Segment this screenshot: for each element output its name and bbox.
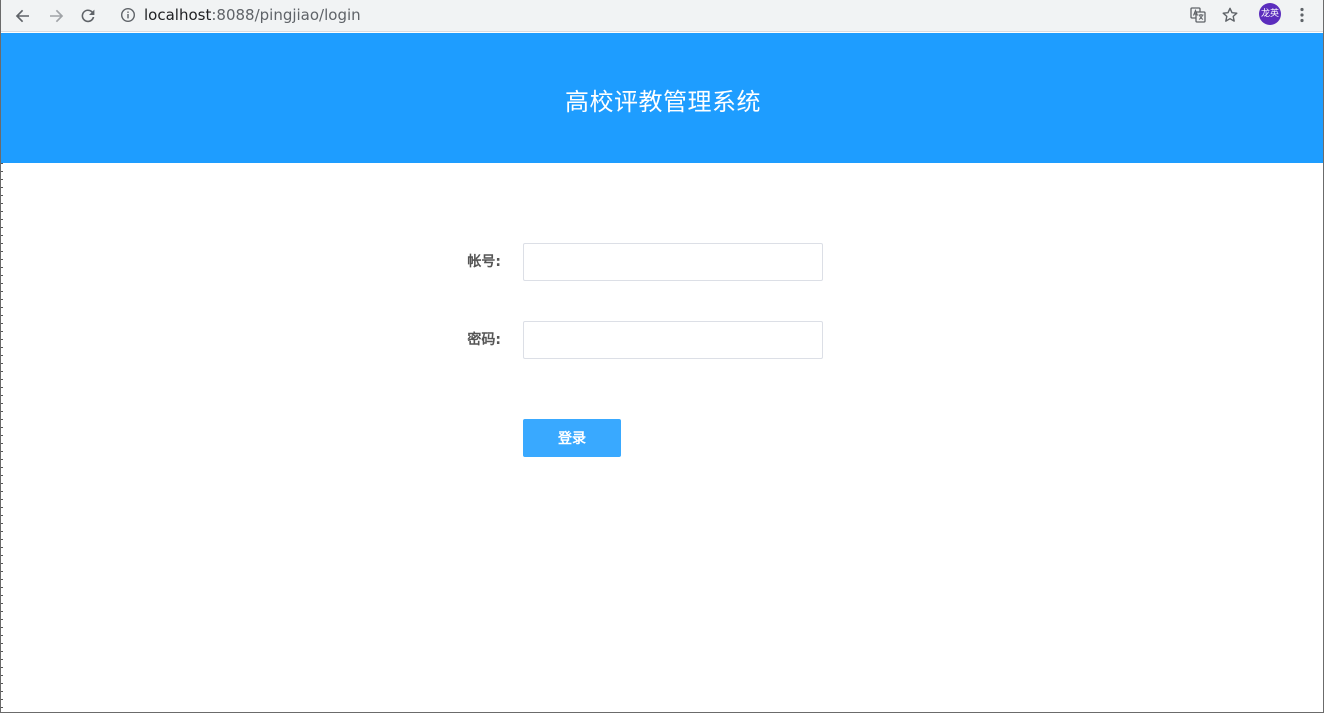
- star-icon[interactable]: [1219, 4, 1241, 26]
- browser-toolbar: localhost:8088/pingjiao/login 龙英: [1, 0, 1323, 32]
- forward-arrow-icon[interactable]: [42, 2, 70, 30]
- password-input[interactable]: [523, 321, 823, 359]
- reload-icon[interactable]: [74, 2, 102, 30]
- profile-avatar[interactable]: 龙英: [1259, 3, 1281, 25]
- browser-window: localhost:8088/pingjiao/login 龙英 高校评教管理系…: [0, 0, 1324, 713]
- url-host: localhost: [144, 6, 212, 24]
- back-arrow-icon[interactable]: [9, 2, 37, 30]
- url-text[interactable]: localhost:8088/pingjiao/login: [144, 6, 361, 24]
- window-edge-marks: [1, 163, 3, 712]
- url-path: :8088/pingjiao/login: [211, 6, 361, 24]
- page-title: 高校评教管理系统: [565, 87, 761, 116]
- login-button[interactable]: 登录: [523, 419, 621, 457]
- account-label: 帐号:: [467, 254, 501, 270]
- info-icon[interactable]: [120, 7, 136, 23]
- translate-icon[interactable]: [1187, 4, 1209, 26]
- address-bar[interactable]: localhost:8088/pingjiao/login: [109, 1, 1249, 29]
- password-label: 密码:: [467, 332, 501, 348]
- app-header: 高校评教管理系统: [1, 33, 1323, 163]
- account-input[interactable]: [523, 243, 823, 281]
- kebab-menu-icon[interactable]: [1291, 4, 1313, 26]
